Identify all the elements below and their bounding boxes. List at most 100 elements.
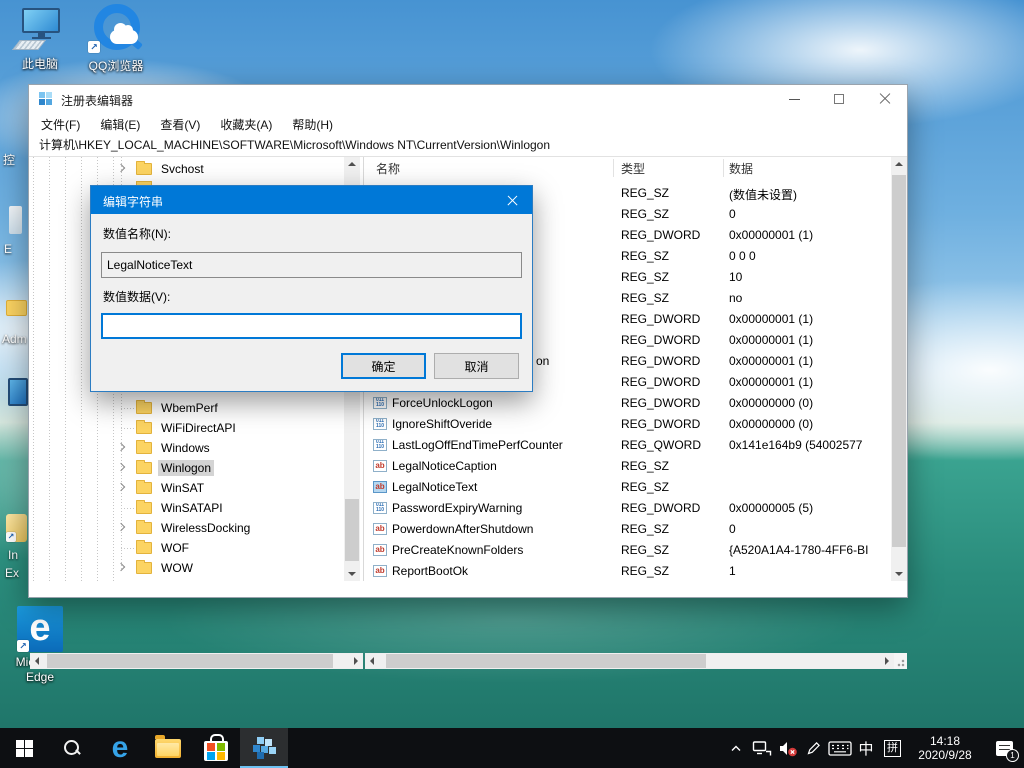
value-name: ReportBootOk bbox=[392, 564, 468, 578]
column-header-type[interactable]: 类型 bbox=[621, 160, 645, 177]
taskbar-file-explorer-button[interactable] bbox=[144, 728, 192, 768]
scroll-right-arrow[interactable] bbox=[354, 657, 358, 665]
tree-item-label: WinSAT bbox=[158, 480, 207, 496]
network-icon[interactable] bbox=[749, 728, 775, 768]
value-data: 0x00000001 (1) bbox=[729, 312, 813, 326]
scroll-left-arrow[interactable] bbox=[370, 657, 374, 665]
column-separator[interactable] bbox=[613, 159, 614, 177]
dialog-close-button[interactable] bbox=[492, 186, 532, 214]
tree-item-windows[interactable]: Windows bbox=[29, 438, 344, 458]
value-type: REG_SZ bbox=[621, 270, 669, 284]
expand-chevron-icon[interactable] bbox=[117, 164, 125, 172]
registry-value-row-legalnoticecaption[interactable]: abLegalNoticeCaptionREG_SZ bbox=[365, 456, 891, 477]
tree-connector-stub bbox=[121, 408, 134, 409]
value-name-field[interactable] bbox=[101, 252, 522, 278]
taskbar: e 中 拼 bbox=[0, 728, 1024, 768]
value-type: REG_QWORD bbox=[621, 438, 701, 452]
ime-language-indicator[interactable]: 中 bbox=[853, 728, 879, 768]
minimize-button[interactable] bbox=[772, 85, 817, 113]
scroll-right-arrow[interactable] bbox=[885, 657, 889, 665]
maximize-button[interactable] bbox=[817, 85, 862, 113]
scrollbar-thumb[interactable] bbox=[892, 175, 906, 547]
dialog-titlebar[interactable]: 编辑字符串 bbox=[91, 186, 532, 214]
ok-button[interactable]: 确定 bbox=[341, 353, 426, 379]
ime-pinyin-badge[interactable]: 拼 bbox=[884, 740, 901, 757]
volume-muted-icon[interactable] bbox=[775, 728, 801, 768]
list-horizontal-scrollbar[interactable] bbox=[365, 653, 894, 669]
tree-item-winlogon[interactable]: Winlogon bbox=[29, 458, 344, 478]
column-separator[interactable] bbox=[723, 159, 724, 177]
regedit-app-icon bbox=[39, 92, 53, 106]
hidden-folder-icon-fragment bbox=[6, 300, 27, 316]
string-value-icon: ab bbox=[373, 481, 387, 493]
desktop-icon-this-pc[interactable]: 此电脑 bbox=[12, 6, 68, 72]
tree-item-wifidirectapi[interactable]: WiFiDirectAPI bbox=[29, 418, 344, 438]
tree-item-svchost[interactable]: Svchost bbox=[29, 159, 344, 179]
menu-item-e[interactable]: 编辑(E) bbox=[90, 116, 150, 133]
registry-value-row-passwordexpirywarning[interactable]: 011110PasswordExpiryWarningREG_DWORD0x00… bbox=[365, 498, 891, 519]
value-data: 0x00000001 (1) bbox=[729, 228, 813, 242]
notification-count-badge: 1 bbox=[1006, 749, 1019, 762]
registry-value-row-powerdownaftershutdown[interactable]: abPowerdownAfterShutdownREG_SZ0 bbox=[365, 519, 891, 540]
menu-item-v[interactable]: 查看(V) bbox=[150, 116, 210, 133]
value-data: 0 bbox=[729, 207, 736, 221]
menu-item-h[interactable]: 帮助(H) bbox=[282, 116, 343, 133]
taskbar-edge-button[interactable]: e bbox=[96, 728, 144, 768]
registry-value-row-reportbootok[interactable]: abReportBootOkREG_SZ1 bbox=[365, 561, 891, 581]
resize-grip[interactable] bbox=[894, 653, 907, 669]
list-header: 名称 类型 数据 bbox=[365, 157, 891, 179]
close-button[interactable] bbox=[862, 85, 907, 113]
address-bar[interactable]: 计算机\HKEY_LOCAL_MACHINE\SOFTWARE\Microsof… bbox=[29, 135, 907, 157]
scroll-down-arrow[interactable] bbox=[348, 572, 356, 576]
tree-item-label: WiFiDirectAPI bbox=[158, 420, 239, 436]
taskbar-store-button[interactable] bbox=[192, 728, 240, 768]
menu-item-a[interactable]: 收藏夹(A) bbox=[210, 116, 282, 133]
scrollbar-thumb[interactable] bbox=[386, 654, 706, 668]
taskbar-regedit-button[interactable] bbox=[240, 728, 288, 768]
tree-item-label: Winlogon bbox=[158, 460, 214, 476]
list-vertical-scrollbar[interactable] bbox=[891, 157, 907, 581]
expand-chevron-icon[interactable] bbox=[117, 483, 125, 491]
hidden-monitor-icon-fragment bbox=[8, 378, 28, 406]
registry-value-row-legalnoticetext[interactable]: abLegalNoticeTextREG_SZ bbox=[365, 477, 891, 498]
tree-item-wow[interactable]: WOW bbox=[29, 558, 344, 578]
expand-chevron-icon[interactable] bbox=[117, 523, 125, 531]
start-button[interactable] bbox=[0, 728, 48, 768]
scroll-down-arrow[interactable] bbox=[895, 572, 903, 576]
tree-item-winsatapi[interactable]: WinSATAPI bbox=[29, 498, 344, 518]
taskbar-search-button[interactable] bbox=[48, 728, 96, 768]
registry-value-row-forceunlocklogon[interactable]: 011110ForceUnlockLogonREG_DWORD0x0000000… bbox=[365, 393, 891, 414]
touch-keyboard-icon[interactable] bbox=[827, 728, 853, 768]
hidden-desktop-icon-label-fragment: E bbox=[4, 242, 12, 256]
scrollbar-thumb[interactable] bbox=[47, 654, 333, 668]
menu-bar: 文件(F)编辑(E)查看(V)收藏夹(A)帮助(H) bbox=[29, 113, 907, 135]
column-header-name[interactable]: 名称 bbox=[376, 160, 400, 177]
desktop-icon-qq-browser[interactable]: ↗ QQ浏览器 bbox=[86, 4, 146, 74]
value-type: REG_SZ bbox=[621, 564, 669, 578]
desktop-icon-microsoft-edge[interactable]: e ↗ Microsoft Edge bbox=[8, 606, 72, 685]
expand-chevron-icon[interactable] bbox=[117, 463, 125, 471]
windows-ink-pen-icon[interactable] bbox=[801, 728, 827, 768]
taskbar-clock[interactable]: 14:18 2020/9/28 bbox=[910, 734, 980, 762]
scroll-up-arrow[interactable] bbox=[348, 162, 356, 166]
tree-item-winsat[interactable]: WinSAT bbox=[29, 478, 344, 498]
registry-value-row-lastlogoffendtimeperfcounter[interactable]: 011110LastLogOffEndTimePerfCounterREG_QW… bbox=[365, 435, 891, 456]
registry-value-row-precreateknownfolders[interactable]: abPreCreateKnownFoldersREG_SZ{A520A1A4-1… bbox=[365, 540, 891, 561]
scroll-left-arrow[interactable] bbox=[35, 657, 39, 665]
registry-value-row-ignoreshiftoveride[interactable]: 011110IgnoreShiftOverideREG_DWORD0x00000… bbox=[365, 414, 891, 435]
value-data-field[interactable] bbox=[101, 313, 522, 339]
cancel-button[interactable]: 取消 bbox=[434, 353, 519, 379]
expand-chevron-icon[interactable] bbox=[117, 443, 125, 451]
action-center-button[interactable]: 1 bbox=[984, 728, 1024, 768]
window-titlebar[interactable]: 注册表编辑器 bbox=[29, 85, 907, 113]
tree-item-wof[interactable]: WOF bbox=[29, 538, 344, 558]
show-hidden-icons-chevron[interactable] bbox=[723, 728, 749, 768]
menu-item-f[interactable]: 文件(F) bbox=[31, 116, 90, 133]
expand-chevron-icon[interactable] bbox=[117, 563, 125, 571]
scroll-up-arrow[interactable] bbox=[895, 162, 903, 166]
column-header-data[interactable]: 数据 bbox=[729, 160, 753, 177]
scrollbar-thumb[interactable] bbox=[345, 499, 359, 561]
tree-horizontal-scrollbar[interactable] bbox=[30, 653, 363, 669]
tree-item-wirelessdocking[interactable]: WirelessDocking bbox=[29, 518, 344, 538]
tree-item-wbemperf[interactable]: WbemPerf bbox=[29, 398, 344, 418]
